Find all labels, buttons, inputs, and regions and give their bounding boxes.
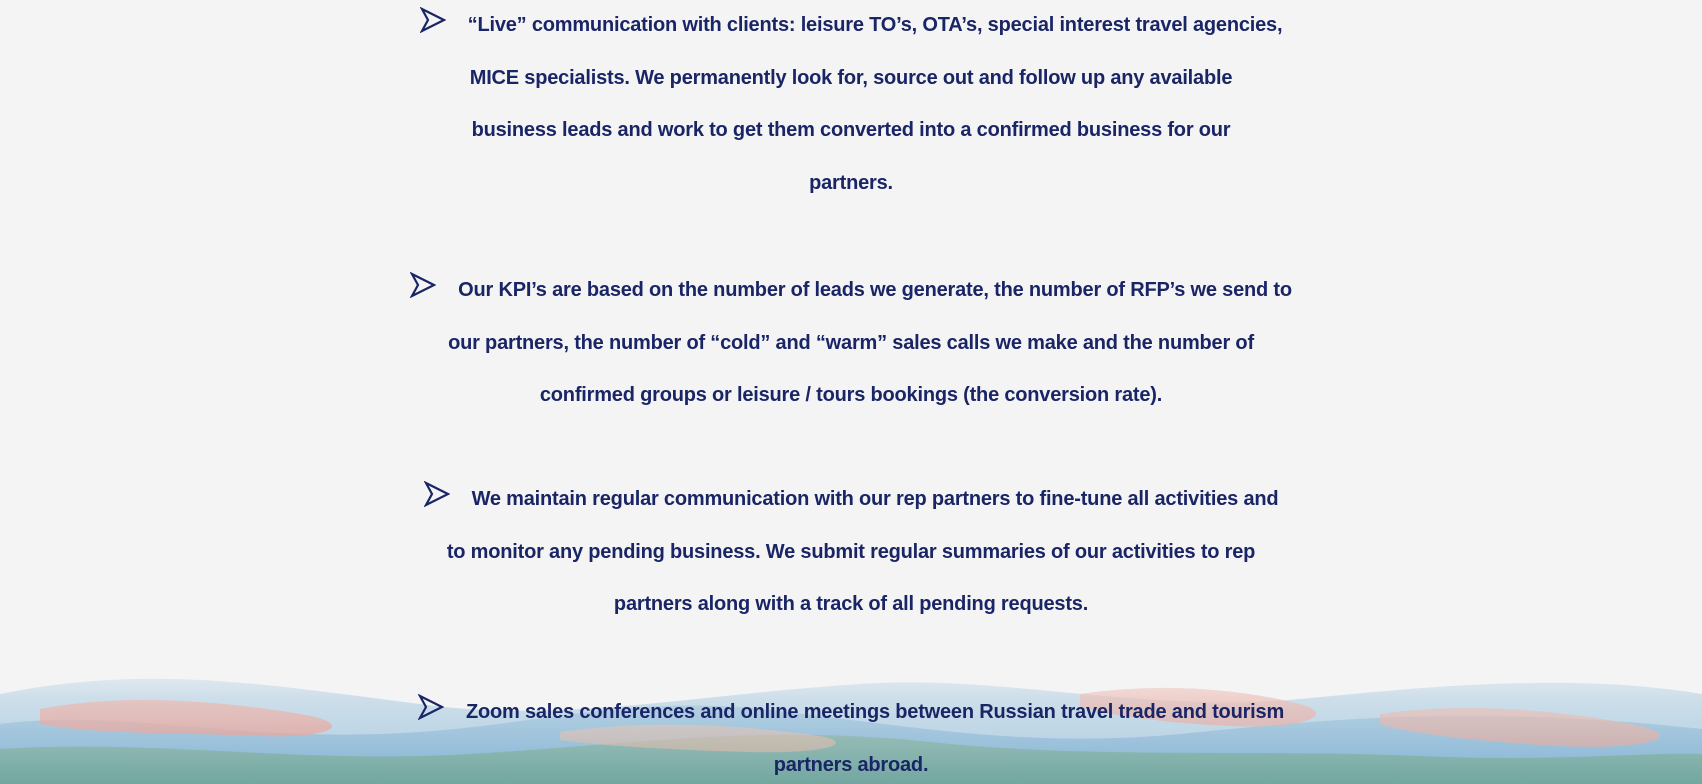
arrowhead-bullet-icon [418, 0, 454, 52]
bullet-line: “Live” communication with clients: leisu… [0, 0, 1702, 52]
bullet-point-2: Our KPI’s are based on the number of lea… [0, 264, 1702, 422]
bullet-line: Our KPI’s are based on the number of lea… [0, 264, 1702, 317]
bullet-text: Our KPI’s are based on the number of lea… [458, 279, 1292, 301]
bullet-line: business leads and work to get them conv… [471, 119, 1231, 141]
bullet-line: confirmed groups or leisure / tours book… [539, 384, 1163, 406]
bullet-text: “Live” communication with clients: leisu… [467, 14, 1283, 36]
bullet-line: to monitor any pending business. We subm… [446, 540, 1256, 563]
bullet-text: Zoom sales conferences and online meetin… [465, 701, 1285, 723]
bullet-line: partners along with a track of all pendi… [613, 593, 1089, 615]
arrowhead-bullet-icon [409, 264, 444, 317]
bullet-text: We maintain regular communication with o… [471, 488, 1279, 510]
bullet-line: Zoom sales conferences and online meetin… [0, 686, 1702, 739]
bullet-line: our partners, the number of “cold” and “… [448, 331, 1254, 354]
bullet-line: MICE specialists. We permanently look fo… [469, 66, 1233, 89]
bullet-point-4: Zoom sales conferences and online meetin… [0, 686, 1702, 784]
bullet-line: partners abroad. [773, 753, 929, 776]
bullet-point-3: We maintain regular communication with o… [0, 473, 1702, 631]
bullet-line: We maintain regular communication with o… [0, 473, 1702, 526]
bullet-point-1: “Live” communication with clients: leisu… [0, 0, 1702, 209]
bullet-line: partners. [809, 171, 893, 194]
presentation-slide: “Live” communication with clients: leisu… [0, 0, 1702, 784]
arrowhead-bullet-icon [417, 686, 452, 739]
arrowhead-bullet-icon [422, 473, 458, 526]
